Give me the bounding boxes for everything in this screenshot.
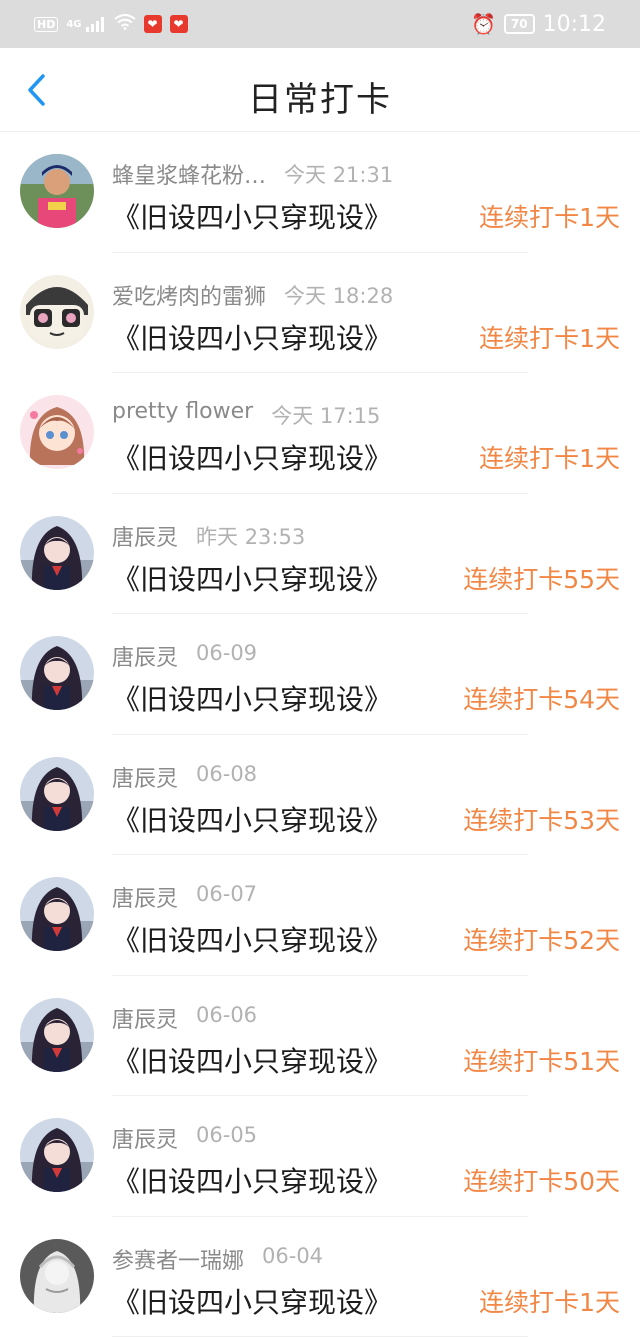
streak-label: 连续打卡55天 [463, 560, 620, 596]
list-item[interactable]: 爱吃烤肉的雷狮今天 18:28 《旧设四小只穿现设》 连续打卡1天 [0, 253, 640, 374]
status-left: HD 4G ❤ ❤ [34, 14, 188, 34]
book-title[interactable]: 《旧设四小只穿现设》 [112, 1040, 392, 1080]
signal-icon [86, 16, 106, 32]
streak-label: 连续打卡1天 [479, 198, 620, 234]
streak-label: 连续打卡51天 [463, 1042, 620, 1078]
avatar[interactable] [20, 154, 94, 228]
battery-icon: 70 [504, 14, 535, 34]
timestamp: 今天 21:31 [284, 159, 393, 189]
streak-label: 连续打卡1天 [479, 1283, 620, 1319]
app-notification-icon: ❤ [144, 15, 162, 33]
list-item[interactable]: 唐辰灵 06-07 《旧设四小只穿现设》 连续打卡52天 [0, 855, 640, 976]
streak-label: 连续打卡54天 [463, 680, 620, 716]
username: 唐辰灵 [112, 1122, 178, 1154]
username: pretty flower [112, 399, 253, 424]
timestamp: 06-09 [196, 641, 257, 665]
header: 日常打卡 [0, 48, 640, 132]
status-right: ⏰ 70 10:12 [471, 12, 606, 37]
alarm-icon: ⏰ [471, 12, 496, 36]
username: 参赛者一瑞娜 [112, 1243, 244, 1275]
streak-label: 连续打卡53天 [463, 801, 620, 837]
list-item[interactable]: 唐辰灵 06-09 《旧设四小只穿现设》 连续打卡54天 [0, 614, 640, 735]
book-title[interactable]: 《旧设四小只穿现设》 [112, 678, 392, 718]
avatar[interactable] [20, 516, 94, 590]
book-title[interactable]: 《旧设四小只穿现设》 [112, 437, 392, 477]
timestamp: 06-08 [196, 762, 257, 786]
list-item[interactable]: 参赛者一瑞娜 06-04 《旧设四小只穿现设》 连续打卡1天 [0, 1217, 640, 1337]
streak-label: 连续打卡1天 [479, 439, 620, 475]
avatar[interactable] [20, 877, 94, 951]
username: 爱吃烤肉的雷狮 [112, 279, 266, 311]
list-item[interactable]: 蜂皇浆蜂花粉… 今天 21:31 《旧设四小只穿现设》 连续打卡1天 [0, 132, 640, 253]
avatar[interactable] [20, 1239, 94, 1313]
avatar[interactable] [20, 757, 94, 831]
timestamp: 06-05 [196, 1123, 257, 1147]
timestamp: 06-06 [196, 1003, 257, 1027]
avatar[interactable] [20, 636, 94, 710]
list-item[interactable]: pretty flower 今天 17:15 《旧设四小只穿现设》 连续打卡1天 [0, 373, 640, 494]
list-item[interactable]: 唐辰灵 06-05 《旧设四小只穿现设》 连续打卡50天 [0, 1096, 640, 1217]
app-notification-icon: ❤ [170, 15, 188, 33]
book-title[interactable]: 《旧设四小只穿现设》 [112, 799, 392, 839]
list-item[interactable]: 唐辰灵 06-06 《旧设四小只穿现设》 连续打卡51天 [0, 976, 640, 1097]
streak-label: 连续打卡50天 [463, 1162, 620, 1198]
username: 唐辰灵 [112, 520, 178, 552]
page-title: 日常打卡 [0, 72, 640, 121]
hd-icon: HD [34, 17, 58, 32]
avatar[interactable] [20, 275, 94, 349]
username: 唐辰灵 [112, 640, 178, 672]
avatar[interactable] [20, 1118, 94, 1192]
book-title[interactable]: 《旧设四小只穿现设》 [112, 919, 392, 959]
username: 唐辰灵 [112, 1002, 178, 1034]
avatar[interactable] [20, 395, 94, 469]
list-item[interactable]: 唐辰灵昨天 23:53 《旧设四小只穿现设》 连续打卡55天 [0, 494, 640, 615]
avatar[interactable] [20, 998, 94, 1072]
username: 唐辰灵 [112, 881, 178, 913]
book-title[interactable]: 《旧设四小只穿现设》 [112, 317, 392, 357]
status-time: 10:12 [543, 12, 606, 37]
list-item[interactable]: 唐辰灵 06-08 《旧设四小只穿现设》 连续打卡53天 [0, 735, 640, 856]
timestamp: 昨天 23:53 [196, 521, 305, 551]
streak-label: 连续打卡52天 [463, 921, 620, 957]
wifi-icon [114, 14, 136, 34]
username: 唐辰灵 [112, 761, 178, 793]
timestamp: 今天 17:15 [271, 400, 380, 430]
book-title[interactable]: 《旧设四小只穿现设》 [112, 1160, 392, 1200]
username: 蜂皇浆蜂花粉… [112, 158, 266, 190]
timestamp: 06-07 [196, 882, 257, 906]
book-title[interactable]: 《旧设四小只穿现设》 [112, 196, 392, 236]
book-title[interactable]: 《旧设四小只穿现设》 [112, 558, 392, 598]
checkin-list: 蜂皇浆蜂花粉…今天 21:31《旧设四小只穿现设》连续打卡1天爱吃烤肉的雷狮今天… [0, 132, 640, 1337]
streak-label: 连续打卡1天 [479, 319, 620, 355]
status-bar: HD 4G ❤ ❤ ⏰ 70 10:12 [0, 0, 640, 48]
timestamp: 06-04 [262, 1244, 323, 1268]
book-title[interactable]: 《旧设四小只穿现设》 [112, 1281, 392, 1321]
timestamp: 今天 18:28 [284, 280, 393, 310]
network-type-label: 4G [66, 19, 81, 30]
